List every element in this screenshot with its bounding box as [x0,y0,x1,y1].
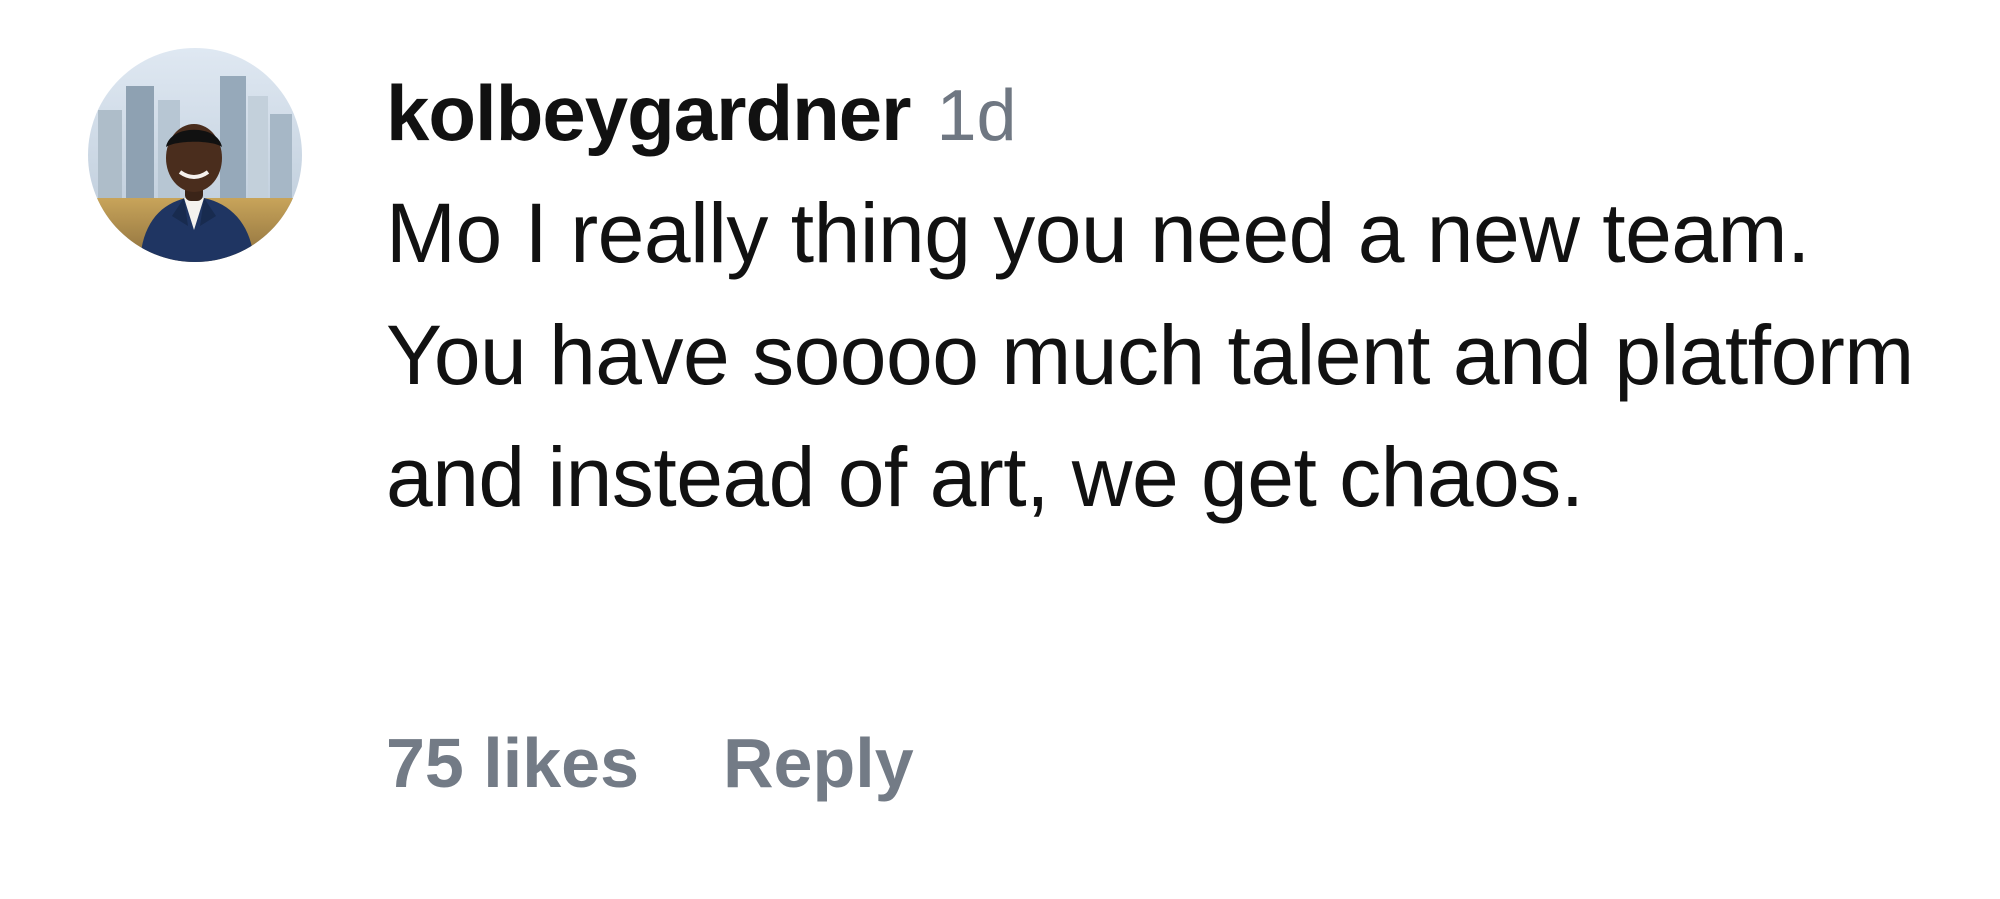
user-avatar[interactable] [88,48,302,262]
comment-username[interactable]: kolbeygardner [386,58,912,168]
comment-content: kolbeygardner 1d Mo I really thing you n… [386,58,1946,538]
user-avatar-icon [88,48,302,262]
comment-actions: 75 likes Reply [386,708,914,818]
reply-button[interactable]: Reply [723,723,914,803]
comment-header: kolbeygardner 1d [386,58,1946,168]
comment-timestamp[interactable]: 1d [937,61,1017,171]
comment-card: kolbeygardner 1d Mo I really thing you n… [0,0,2000,899]
comment-text: Mo I really thing you need a new team. Y… [386,186,1914,524]
likes-count-button[interactable]: 75 likes [386,723,639,803]
